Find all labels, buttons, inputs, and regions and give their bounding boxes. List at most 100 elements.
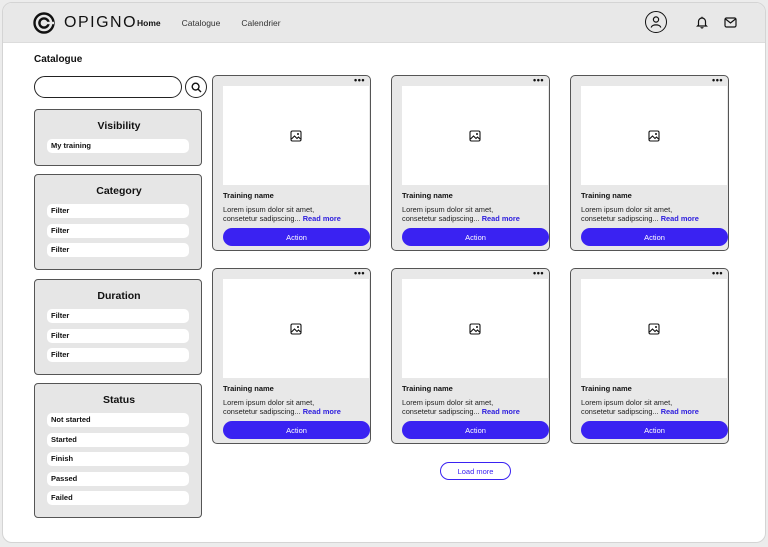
- filter-option[interactable]: My training: [47, 139, 189, 153]
- filter-option[interactable]: Failed: [47, 491, 189, 505]
- filter-option[interactable]: Started: [47, 432, 189, 447]
- card-description-line: consetetur sadipscing...: [581, 407, 659, 417]
- card-menu-button[interactable]: •••: [712, 269, 723, 278]
- bell-icon: [696, 16, 708, 29]
- read-more-link[interactable]: Read more: [661, 214, 699, 223]
- read-more-link[interactable]: Read more: [303, 214, 341, 223]
- main-nav: Home Catalogue Calendrier: [137, 18, 302, 28]
- nav-item-home[interactable]: Home: [137, 18, 161, 28]
- image-placeholder-icon: [469, 129, 481, 142]
- card-action-button[interactable]: Action: [402, 228, 549, 246]
- card-image: [581, 279, 727, 378]
- card-description-line: consetetur sadipscing...: [402, 214, 480, 224]
- read-more-link[interactable]: Read more: [482, 407, 520, 416]
- card-action-button[interactable]: Action: [581, 228, 728, 246]
- notifications-button[interactable]: [695, 15, 709, 29]
- card-menu-button[interactable]: •••: [712, 76, 723, 85]
- filter-title: Category: [96, 185, 142, 197]
- training-card: ••• Training name Lorem ipsum dolor sit …: [391, 268, 550, 444]
- filter-option[interactable]: Finish: [47, 452, 189, 466]
- app-window: OPIGNO Home Catalogue Calendrier Catalog…: [2, 2, 766, 543]
- card-menu-button[interactable]: •••: [533, 76, 544, 85]
- filter-visibility: Visibility My training: [34, 109, 202, 166]
- top-bar: OPIGNO Home Catalogue Calendrier: [3, 3, 765, 43]
- filter-option[interactable]: Not started: [47, 413, 189, 427]
- training-card: ••• Training name Lorem ipsum dolor sit …: [212, 75, 371, 251]
- card-title: Training name: [581, 384, 632, 393]
- card-description-line: Lorem ipsum dolor sit amet,: [402, 398, 494, 407]
- card-action-button[interactable]: Action: [223, 228, 370, 246]
- training-card: ••• Training name Lorem ipsum dolor sit …: [570, 75, 729, 251]
- card-description: Lorem ipsum dolor sit amet, consetetur s…: [581, 398, 731, 417]
- card-title: Training name: [581, 191, 632, 200]
- card-description-line: consetetur sadipscing...: [581, 214, 659, 224]
- filter-category: Category Filter Filter Filter: [34, 174, 202, 270]
- card-title: Training name: [223, 384, 274, 393]
- filter-option[interactable]: Passed: [47, 471, 189, 486]
- filter-option[interactable]: Filter: [47, 204, 189, 218]
- card-title: Training name: [402, 191, 453, 200]
- card-image: [223, 86, 369, 185]
- card-image: [223, 279, 369, 378]
- filter-title: Status: [102, 394, 136, 406]
- user-avatar-button[interactable]: [645, 11, 667, 33]
- training-card: ••• Training name Lorem ipsum dolor sit …: [570, 268, 729, 444]
- filter-option[interactable]: Filter: [47, 348, 189, 362]
- training-card: ••• Training name Lorem ipsum dolor sit …: [391, 75, 550, 251]
- filter-option[interactable]: Filter: [47, 243, 189, 257]
- image-placeholder-icon: [648, 322, 660, 335]
- card-description: Lorem ipsum dolor sit amet, consetetur s…: [581, 205, 731, 224]
- read-more-link[interactable]: Read more: [661, 407, 699, 416]
- filter-duration: Duration Filter Filter Filter: [34, 279, 202, 375]
- filter-title: Duration: [97, 290, 141, 302]
- read-more-link[interactable]: Read more: [303, 407, 341, 416]
- card-description-line: consetetur sadipscing...: [402, 407, 480, 417]
- user-icon: [650, 16, 662, 28]
- image-placeholder-icon: [469, 322, 481, 335]
- card-menu-button[interactable]: •••: [354, 269, 365, 278]
- search-input[interactable]: [34, 76, 182, 98]
- card-menu-button[interactable]: •••: [354, 76, 365, 85]
- card-menu-button[interactable]: •••: [533, 269, 544, 278]
- card-description-line: Lorem ipsum dolor sit amet,: [223, 205, 315, 214]
- card-description: Lorem ipsum dolor sit amet, consetetur s…: [402, 398, 552, 417]
- page-title: Catalogue: [34, 54, 83, 65]
- nav-item-calendrier[interactable]: Calendrier: [241, 18, 280, 28]
- card-description: Lorem ipsum dolor sit amet, consetetur s…: [402, 205, 552, 224]
- logo-text: OPIGNO: [64, 14, 138, 31]
- image-placeholder-icon: [290, 129, 302, 142]
- card-image: [402, 86, 548, 185]
- messages-button[interactable]: [723, 15, 737, 29]
- filter-status: Status Not started Started Finish Passed…: [34, 383, 202, 518]
- filter-title: Visibility: [97, 120, 141, 132]
- header-actions: [645, 11, 737, 33]
- search-button[interactable]: [185, 76, 207, 98]
- card-description-line: Lorem ipsum dolor sit amet,: [581, 398, 673, 407]
- image-placeholder-icon: [648, 129, 660, 142]
- card-description-line: Lorem ipsum dolor sit amet,: [223, 398, 315, 407]
- card-description-line: Lorem ipsum dolor sit amet,: [581, 205, 673, 214]
- card-description-line: consetetur sadipscing...: [223, 214, 301, 224]
- filter-option[interactable]: Filter: [47, 328, 189, 343]
- nav-item-catalogue[interactable]: Catalogue: [182, 18, 221, 28]
- search-bar: [34, 76, 207, 98]
- card-action-button[interactable]: Action: [581, 421, 728, 439]
- logo[interactable]: OPIGNO: [33, 12, 137, 34]
- card-description-line: Lorem ipsum dolor sit amet,: [402, 205, 494, 214]
- card-action-button[interactable]: Action: [223, 421, 370, 439]
- search-icon: [190, 81, 201, 92]
- card-description: Lorem ipsum dolor sit amet, consetetur s…: [223, 398, 373, 417]
- image-placeholder-icon: [290, 322, 302, 335]
- mail-icon: [723, 16, 737, 28]
- card-description-line: consetetur sadipscing...: [223, 407, 301, 417]
- card-image: [402, 279, 548, 378]
- load-more-button[interactable]: Load more: [440, 462, 511, 480]
- opigno-logo-icon: [33, 12, 55, 34]
- card-description: Lorem ipsum dolor sit amet, consetetur s…: [223, 205, 373, 224]
- card-action-button[interactable]: Action: [402, 421, 549, 439]
- filter-option[interactable]: Filter: [47, 223, 189, 238]
- training-card: ••• Training name Lorem ipsum dolor sit …: [212, 268, 371, 444]
- filter-option[interactable]: Filter: [47, 309, 189, 323]
- read-more-link[interactable]: Read more: [482, 214, 520, 223]
- card-image: [581, 86, 727, 185]
